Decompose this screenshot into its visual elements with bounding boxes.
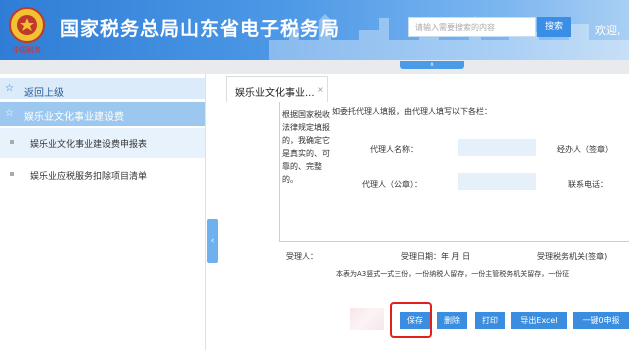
agent-name-field[interactable] — [458, 139, 536, 156]
sidebar-back[interactable]: ☆ 返回上级 — [0, 78, 205, 100]
sidebar-item-deduction-list[interactable]: 娱乐业应税服务扣除项目清单 — [0, 160, 205, 190]
agent-seal-field[interactable] — [458, 173, 536, 190]
star-icon: ☆ — [5, 83, 14, 94]
bullet-icon — [10, 140, 14, 144]
header-bar: 中国税务 国家税务总局山东省电子税务局 搜索 欢迎, — [0, 0, 629, 60]
form-row-line — [280, 241, 629, 242]
sidebar-collapse-button[interactable]: ‹ — [207, 219, 218, 263]
delete-button[interactable]: 删除 — [437, 312, 467, 329]
print-button[interactable]: 打印 — [475, 312, 505, 329]
tax-emblem-logo: 中国税务 — [9, 7, 45, 54]
receiver-label: 受理人： — [286, 252, 318, 261]
tab-entertainment-fee[interactable]: 娱乐业文化事业... × — [226, 76, 328, 102]
zero-declaration-button[interactable]: 一键0申报 — [573, 312, 629, 329]
phone-label: 联系电话： — [568, 180, 608, 189]
sidebar-item-label: 娱乐业应税服务扣除项目清单 — [30, 172, 148, 182]
declaration-note: 根据国家税收法律规定填报的，我确定它是真实的、可靠的、完整的。 — [282, 102, 330, 186]
sidebar-item-label: 娱乐业文化事业建设费申报表 — [30, 140, 148, 150]
form-footnote: 本表为A3竖式一式三份，一份纳税人留存，一份主管税务机关留存，一份征 — [336, 270, 570, 278]
agent-seal-label: 代理人（公章）： — [362, 180, 422, 189]
header-collapse-toggle[interactable]: ∧ — [400, 61, 464, 69]
sidebar-group-label: 娱乐业文化事业建设费 — [24, 112, 124, 123]
close-icon[interactable]: × — [317, 85, 324, 94]
welcome-text: 欢迎, — [595, 24, 621, 37]
receive-date-label: 受理日期：年 月 日 — [401, 252, 471, 261]
export-excel-button[interactable]: 导出Excel — [511, 312, 567, 329]
sidebar-group-entertainment-fee[interactable]: ☆ 娱乐业文化事业建设费 — [0, 102, 205, 126]
search-button[interactable]: 搜索 — [537, 17, 571, 37]
declaration-text: 根据国家税收法律规定填报的，我确定它是真实的、可靠的、完整的。 — [282, 110, 330, 184]
sidebar: ☆ 返回上级 ☆ 娱乐业文化事业建设费 娱乐业文化事业建设费申报表 娱乐业应税服… — [0, 74, 206, 350]
watermark — [350, 308, 384, 330]
form-divider — [279, 102, 280, 242]
search-input[interactable] — [408, 17, 536, 37]
handler-label: 经办人（签章） — [557, 145, 613, 154]
site-title: 国家税务总局山东省电子税务局 — [60, 18, 341, 40]
agent-name-label: 代理人名称： — [370, 145, 418, 154]
bullet-icon — [10, 172, 14, 176]
collapse-strip — [0, 60, 629, 74]
sidebar-back-label: 返回上级 — [24, 88, 64, 99]
tab-label: 娱乐业文化事业... — [235, 88, 315, 99]
star-icon: ☆ — [5, 108, 14, 119]
declaration-text-cut — [282, 102, 330, 108]
save-highlight-box — [390, 302, 432, 338]
agent-instruction: 如委托代理人填报，由代理人填写以下各栏： — [332, 107, 492, 116]
sidebar-item-fee-return[interactable]: 娱乐业文化事业建设费申报表 — [0, 128, 205, 158]
svg-text:中国税务: 中国税务 — [13, 45, 41, 54]
tax-office-label: 受理税务机关(签章) — [537, 252, 608, 261]
